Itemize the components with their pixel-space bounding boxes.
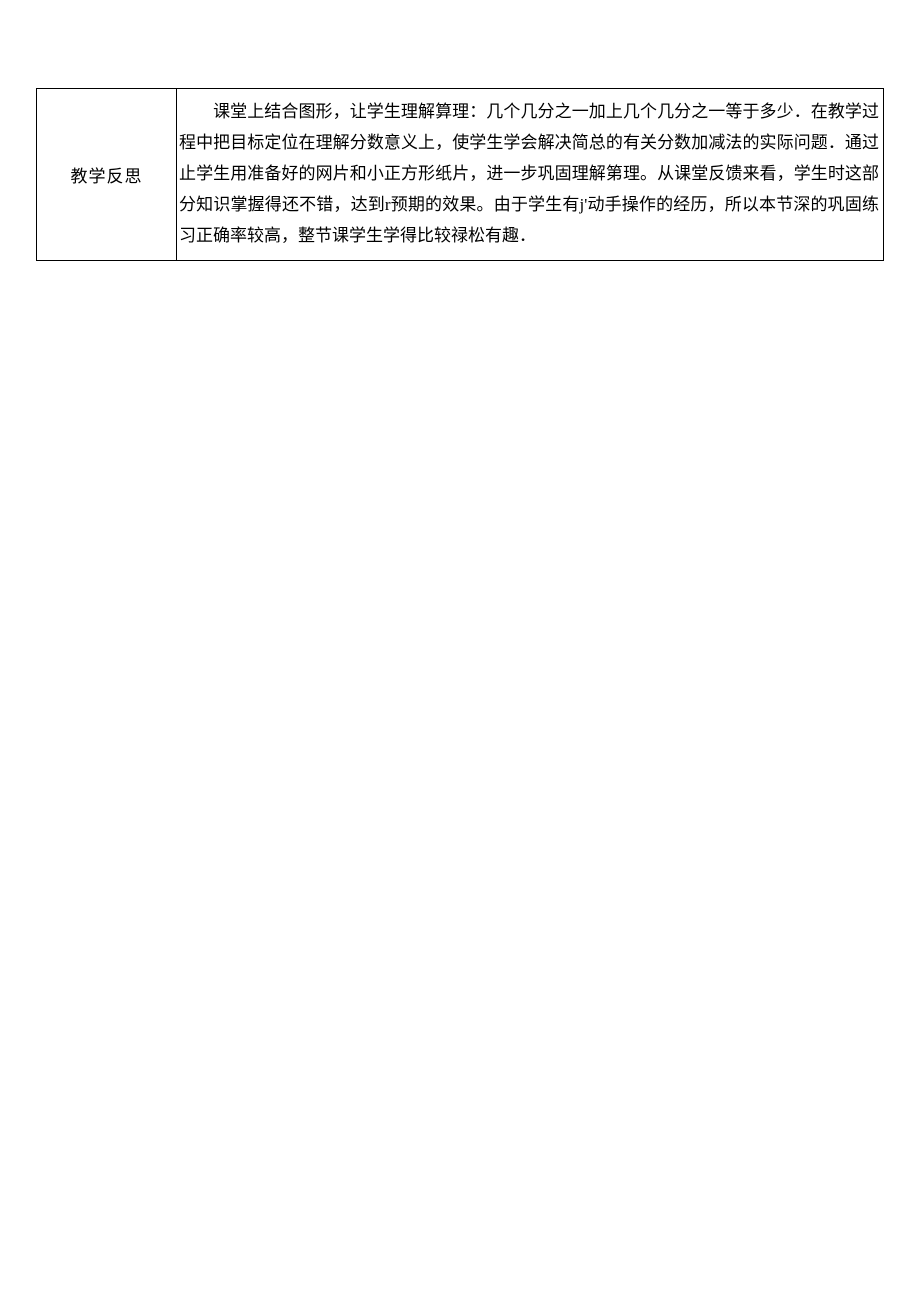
row-label-cell: 教学反思 <box>37 89 177 261</box>
row-label: 教学反思 <box>71 167 143 186</box>
table-row: 教学反思 课堂上结合图形，让学生理解算理：几个几分之一加上几个几分之一等于多少．… <box>37 89 884 261</box>
document-table: 教学反思 课堂上结合图形，让学生理解算理：几个几分之一加上几个几分之一等于多少．… <box>36 88 884 261</box>
row-content: 课堂上结合图形，让学生理解算理：几个几分之一加上几个几分之一等于多少．在教学过程… <box>179 102 879 245</box>
row-content-cell: 课堂上结合图形，让学生理解算理：几个几分之一加上几个几分之一等于多少．在教学过程… <box>177 89 884 261</box>
